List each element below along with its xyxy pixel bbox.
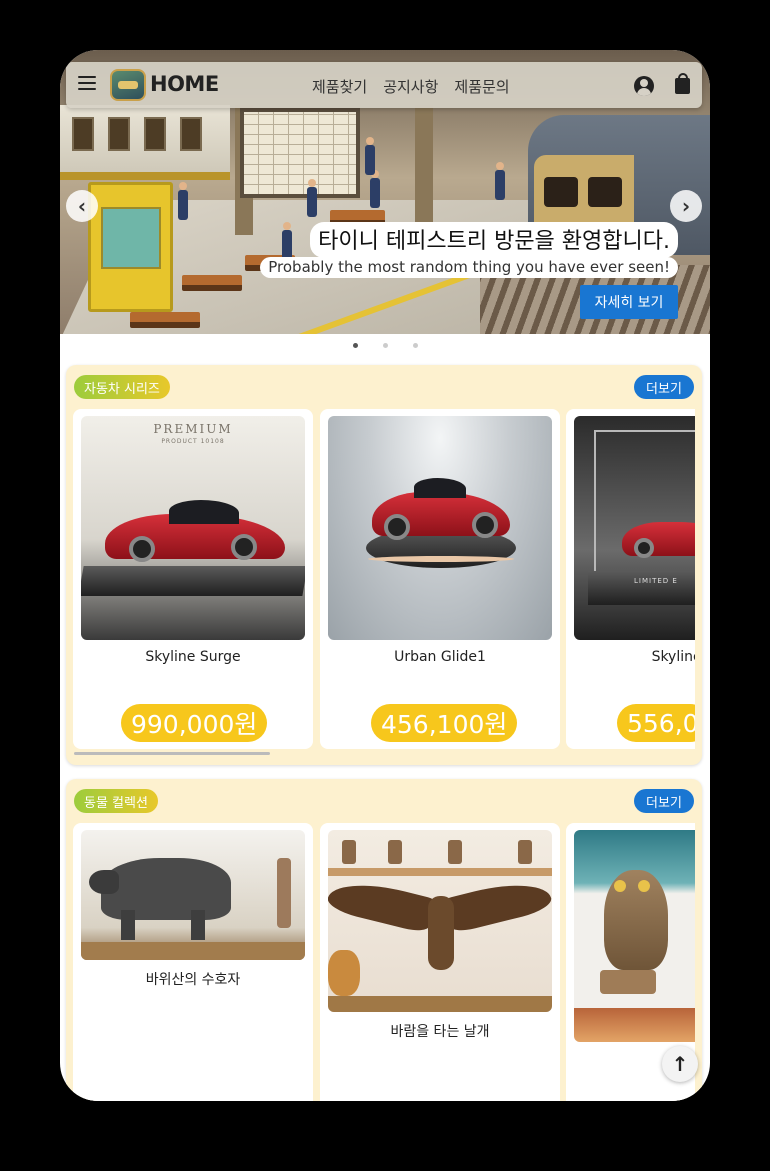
product-carousel[interactable]: PREMIUM PRODUCT 10108 Skyline Surge 990,… (73, 409, 695, 749)
nav-item-notices[interactable]: 공지사항 (383, 76, 438, 97)
main-nav: 제품찾기 공지사항 제품문의 (312, 76, 510, 97)
logo-home-link[interactable]: HOME (150, 72, 219, 96)
product-card[interactable]: PREMIUM PRODUCT 10108 Skyline Surge 990,… (73, 409, 313, 749)
hero-timetable (240, 108, 360, 198)
section-car-series: 자동차 시리즈 더보기 PREMIUM PRODUCT 10108 Skylin… (66, 365, 702, 765)
product-image (574, 830, 695, 1042)
product-name: 바위산의 수호자 (145, 972, 241, 988)
nav-item-find-products[interactable]: 제품찾기 (312, 76, 367, 97)
hero-train-left (60, 105, 230, 180)
carousel-dot-1[interactable] (352, 343, 358, 348)
product-price: 990,000원 (121, 704, 268, 742)
hero-vending-machine (88, 182, 173, 312)
product-name: Skyline Surge (145, 649, 241, 665)
product-carousel[interactable]: 바위산의 수호자 바람을 타는 날개 (73, 823, 695, 1101)
product-image (328, 416, 552, 640)
hero-next-button[interactable]: › (670, 190, 702, 222)
hero-details-button[interactable]: 자세히 보기 (580, 285, 678, 319)
product-price: 456,100원 (371, 704, 518, 742)
menu-icon[interactable] (78, 76, 96, 90)
product-name: Skyline St (651, 649, 695, 665)
product-price: 556,0 (617, 704, 695, 742)
product-name: Urban Glide1 (394, 649, 486, 665)
carousel-scrollbar[interactable] (74, 752, 270, 755)
product-name: 바람을 타는 날개 (390, 1024, 490, 1040)
account-icon[interactable] (634, 76, 654, 96)
product-image: LIMITED E (574, 416, 695, 640)
section-tag: 자동차 시리즈 (74, 375, 170, 399)
product-card[interactable]: Urban Glide1 456,100원 (320, 409, 560, 749)
carousel-dot-3[interactable] (412, 343, 418, 348)
product-card[interactable]: LIMITED E Skyline St 556,0 (566, 409, 695, 749)
app-screen: ‹ › 타이니 테피스트리 방문을 환영합니다. Probably the mo… (60, 50, 710, 1101)
section-animal-collection: 동물 컬렉션 더보기 바위산의 수호자 바람을 타는 날개 (66, 779, 702, 1101)
hero-subtitle: Probably the most random thing you have … (260, 257, 678, 278)
product-image: PREMIUM PRODUCT 10108 (81, 416, 305, 640)
scroll-to-top-button[interactable]: ↑ (662, 1046, 698, 1082)
nav-item-inquiry[interactable]: 제품문의 (454, 76, 509, 97)
logo-icon[interactable] (110, 69, 146, 101)
section-tag: 동물 컬렉션 (74, 789, 158, 813)
more-button[interactable]: 더보기 (634, 375, 694, 399)
product-image (328, 830, 552, 1012)
carousel-indicator (60, 343, 710, 348)
shopping-bag-icon[interactable] (675, 73, 690, 94)
more-button[interactable]: 더보기 (634, 789, 694, 813)
product-card[interactable]: 바람을 타는 날개 (320, 823, 560, 1101)
hero-prev-button[interactable]: ‹ (66, 190, 98, 222)
carousel-dot-2[interactable] (382, 343, 388, 348)
product-image (81, 830, 305, 960)
product-card[interactable]: 바위산의 수호자 (73, 823, 313, 1101)
top-navigation-bar: HOME 제품찾기 공지사항 제품문의 (66, 62, 702, 108)
hero-title: 타이니 테피스트리 방문을 환영합니다. (310, 222, 678, 258)
